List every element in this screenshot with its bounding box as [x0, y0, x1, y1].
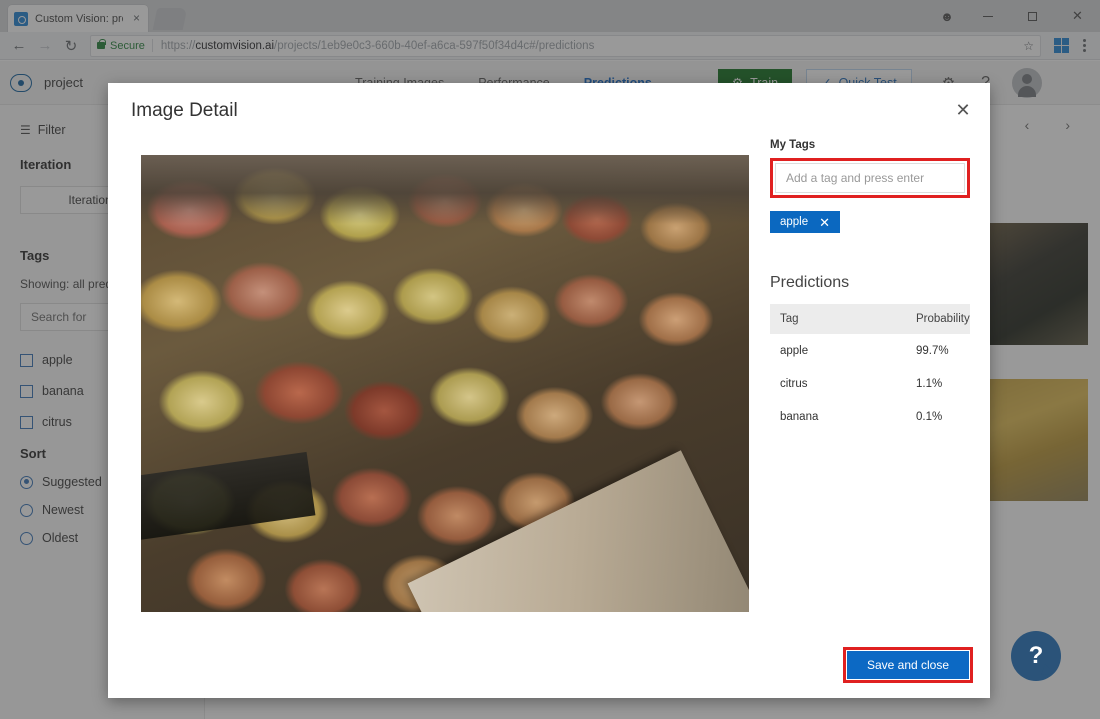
cell-probability: 99.7%: [888, 345, 970, 357]
tag-chip-label: apple: [780, 216, 808, 228]
cell-probability: 0.1%: [888, 411, 970, 423]
tag-chip-apple[interactable]: apple ✕: [770, 211, 840, 233]
modal-right-panel: My Tags Add a tag and press enter apple …: [770, 139, 970, 433]
predictions-heading: Predictions: [770, 274, 970, 292]
column-header-probability: Probability: [888, 313, 970, 325]
predictions-table: Tag Probability apple 99.7% citrus 1.1% …: [770, 304, 970, 433]
image-detail-modal: Image Detail ✕ My Tags Add a tag and pre…: [108, 83, 990, 698]
cell-tag: banana: [770, 411, 888, 423]
table-row: citrus 1.1%: [770, 367, 970, 400]
cell-tag: citrus: [770, 378, 888, 390]
detail-image: [141, 155, 749, 612]
tag-input-container: Add a tag and press enter: [770, 158, 970, 198]
save-button-container: Save and close: [843, 647, 973, 683]
store-background: [141, 155, 749, 224]
table-row: apple 99.7%: [770, 334, 970, 367]
help-fab-button[interactable]: ?: [1011, 631, 1061, 681]
table-row: banana 0.1%: [770, 400, 970, 433]
remove-tag-icon[interactable]: ✕: [819, 216, 830, 229]
table-header-row: Tag Probability: [770, 304, 970, 334]
add-tag-input[interactable]: Add a tag and press enter: [775, 163, 965, 193]
column-header-tag: Tag: [770, 313, 888, 325]
close-icon[interactable]: ✕: [950, 97, 976, 123]
save-and-close-button[interactable]: Save and close: [847, 651, 969, 679]
modal-title: Image Detail: [131, 100, 238, 122]
cell-tag: apple: [770, 345, 888, 357]
cell-probability: 1.1%: [888, 378, 970, 390]
my-tags-label: My Tags: [770, 139, 970, 151]
question-mark-icon: ?: [1011, 631, 1061, 681]
browser-window: Custom Vision: project - × ☻ ✕ ← → ↻ Sec…: [0, 0, 1100, 719]
